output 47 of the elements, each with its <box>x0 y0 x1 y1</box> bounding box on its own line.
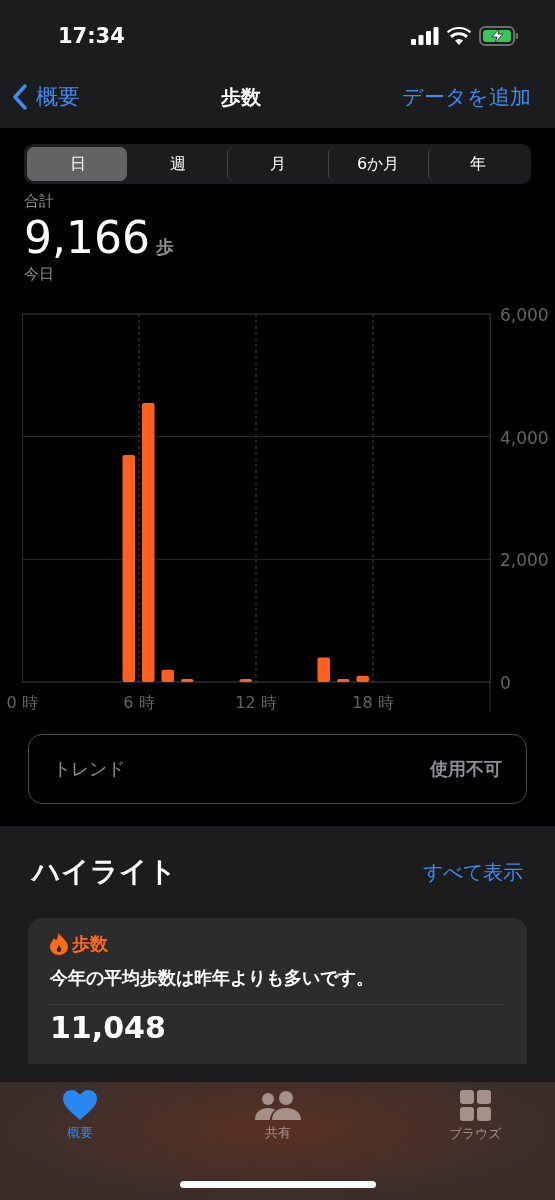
bar <box>337 678 350 682</box>
wifi-icon <box>447 27 471 45</box>
tab-bar-item[interactable]: 共有 <box>237 1090 318 1200</box>
trend-row[interactable]: トレンド 使用不可 <box>28 734 527 804</box>
signal-icon <box>411 27 439 45</box>
axis-label: 12 時 <box>235 693 277 712</box>
status-time: 17:34 <box>58 24 125 48</box>
step-total: 9,166 <box>24 211 150 265</box>
bar <box>356 675 369 682</box>
grid-icon <box>459 1090 491 1121</box>
flame-icon <box>50 933 68 955</box>
section-title: ハイライト <box>32 854 177 890</box>
bar <box>181 678 194 682</box>
bar <box>161 669 174 682</box>
axis-label: 0 時 <box>6 693 38 712</box>
axis-label: 6,000 <box>500 305 549 325</box>
highlight-card[interactable]: 歩数 今年の平均歩数は昨年よりも多いです。 11,048 <box>28 918 527 1064</box>
summary-label: 合計 <box>24 192 55 211</box>
highlight-text: 今年の平均歩数は昨年よりも多いです。 <box>50 966 375 990</box>
segment-tab[interactable]: 年 <box>427 147 528 181</box>
page-title: 歩数 <box>221 83 261 111</box>
chevron-left-icon <box>12 84 28 110</box>
unit-label: 歩 <box>155 235 174 259</box>
category-label: 歩数 <box>72 932 108 956</box>
battery-charging-icon <box>479 26 519 46</box>
trend-value: 使用不可 <box>430 757 502 781</box>
axis-label: 0 <box>500 673 511 693</box>
bar <box>239 678 252 682</box>
axis-label: 2,000 <box>500 550 549 571</box>
tab-bar-item[interactable]: 概要 <box>40 1090 120 1200</box>
add-data-link[interactable]: データを追加 <box>402 83 531 111</box>
bar <box>317 657 330 682</box>
show-all-link[interactable]: すべて表示 <box>423 858 523 886</box>
period-label: 今日 <box>24 265 55 284</box>
trend-label: トレンド <box>53 757 125 781</box>
axis-label: 4,000 <box>500 427 549 448</box>
axis-label: 6 時 <box>123 693 155 712</box>
axis-label: 18 時 <box>352 693 394 712</box>
tab-bar-item[interactable]: ブラウズ <box>435 1090 515 1200</box>
segment-tab[interactable]: 月 <box>227 147 328 181</box>
highlight-value: 11,048 <box>50 1009 167 1047</box>
people-icon <box>254 1090 301 1120</box>
back-button[interactable]: 概要 <box>12 82 80 112</box>
heart-icon <box>63 1090 97 1120</box>
segment-tab[interactable]: 週 <box>127 147 228 181</box>
segment-tab[interactable]: 日 <box>27 147 128 181</box>
segment-tab[interactable]: 6か月 <box>327 147 428 181</box>
